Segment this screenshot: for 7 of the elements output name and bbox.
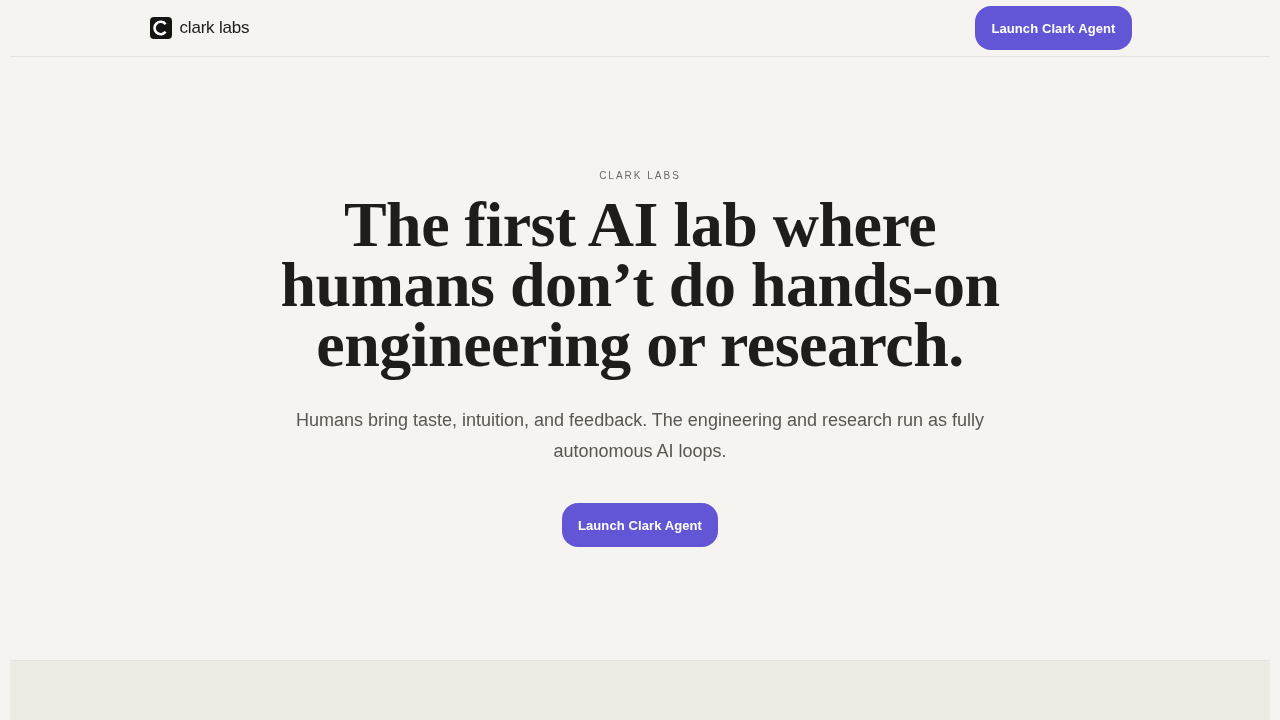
hero-headline: The first AI lab where humans don’t do hands-on engineering or research. — [279, 189, 1001, 382]
eyebrow-label: CLARK LABS — [599, 169, 681, 183]
hero-subtitle: Humans bring taste, intuition, and feedback. The engineering and research run as fully autonomous AI loops. — [294, 409, 986, 463]
brand-name: clark labs — [179, 18, 250, 38]
launch-agent-button[interactable]: Launch Clark Agent — [975, 6, 1132, 50]
launch-agent-button[interactable]: Launch Clark Agent — [561, 503, 719, 547]
logo-icon — [149, 17, 172, 39]
